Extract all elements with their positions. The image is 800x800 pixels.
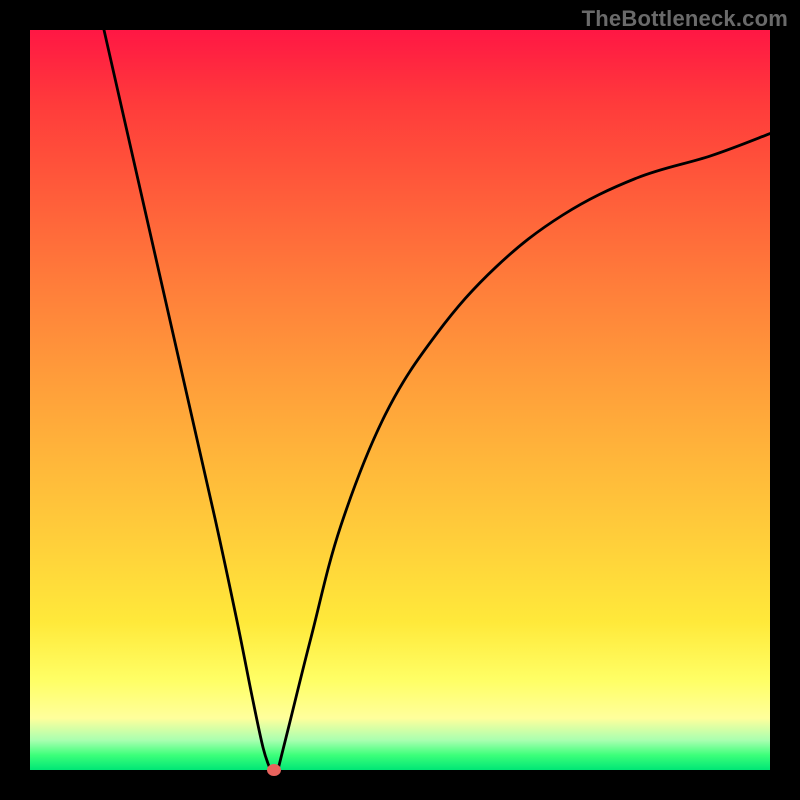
optimal-marker <box>267 764 281 776</box>
plot-area <box>30 30 770 770</box>
watermark-label: TheBottleneck.com <box>582 6 788 32</box>
curve-svg <box>30 30 770 770</box>
bottleneck-curve <box>104 30 770 770</box>
chart-frame: TheBottleneck.com <box>0 0 800 800</box>
